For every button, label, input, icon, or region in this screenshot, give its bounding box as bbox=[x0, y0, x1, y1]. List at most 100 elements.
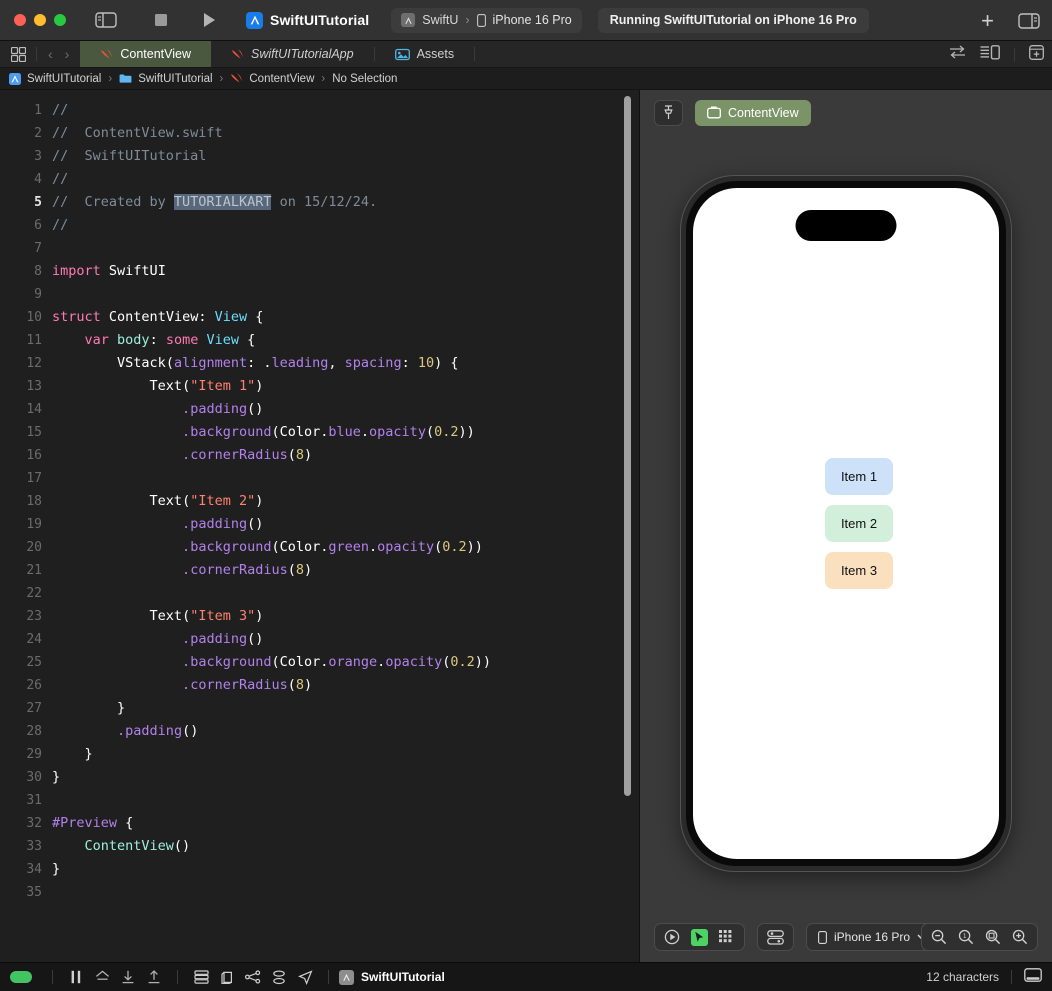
add-canvas-icon[interactable] bbox=[1029, 44, 1044, 65]
disk-io-icon[interactable] bbox=[266, 969, 292, 985]
code-line[interactable]: 25 .background(Color.orange.opacity(0.2)… bbox=[0, 651, 640, 674]
code-line[interactable]: 30} bbox=[0, 766, 640, 789]
code-line[interactable]: 33 ContentView() bbox=[0, 835, 640, 858]
code-line[interactable]: 15 .background(Color.blue.opacity(0.2)) bbox=[0, 421, 640, 444]
toggle-debug-area-icon[interactable] bbox=[1024, 967, 1042, 987]
preview-item[interactable]: Item 1 bbox=[824, 458, 894, 495]
code-token: cornerRadius bbox=[190, 562, 288, 578]
code-line[interactable]: 10 struct ContentView: View { bbox=[0, 306, 640, 329]
editor-vertical-scrollbar[interactable] bbox=[624, 96, 631, 796]
code-line[interactable]: 22 bbox=[0, 582, 640, 605]
scheme-and-destination-selector[interactable]: SwiftU › iPhone 16 Pro bbox=[391, 7, 582, 33]
close-window-button[interactable] bbox=[14, 14, 26, 26]
code-line[interactable]: 29 } bbox=[0, 743, 640, 766]
code-line[interactable]: 26 .cornerRadius(8) bbox=[0, 674, 640, 697]
breadcrumb-item-file[interactable]: ContentView bbox=[230, 72, 314, 85]
device-settings-icon[interactable] bbox=[767, 929, 784, 945]
pause-icon[interactable] bbox=[63, 970, 89, 984]
line-number: 7 bbox=[34, 241, 42, 256]
code-line[interactable]: 32 #Preview { bbox=[0, 812, 640, 835]
code-line[interactable]: 7 bbox=[0, 237, 640, 260]
run-button[interactable] bbox=[198, 9, 220, 31]
line-number: 25 bbox=[26, 655, 42, 670]
go-back-button[interactable]: ‹ bbox=[43, 46, 58, 62]
code-line[interactable]: 17 bbox=[0, 467, 640, 490]
code-line[interactable]: 16 .cornerRadius(8) bbox=[0, 444, 640, 467]
tab-swiftuitutorialapp[interactable]: SwiftUITutorialApp bbox=[211, 41, 374, 67]
preview-name-chip[interactable]: ContentView bbox=[695, 99, 811, 126]
code-text: Text("Item 2") bbox=[52, 490, 264, 513]
go-forward-button[interactable]: › bbox=[60, 46, 75, 62]
code-line[interactable]: 8 import SwiftUI bbox=[0, 260, 640, 283]
minimize-window-button[interactable] bbox=[34, 14, 46, 26]
xcode-window: SwiftUITutorial SwiftU › iPhone 16 Pro R… bbox=[0, 0, 1052, 991]
live-preview-icon[interactable] bbox=[664, 929, 680, 945]
breadcrumb-item-selection[interactable]: No Selection bbox=[332, 73, 397, 85]
maximize-window-button[interactable] bbox=[54, 14, 66, 26]
selectable-mode-icon[interactable] bbox=[691, 928, 708, 946]
swap-editors-icon[interactable] bbox=[949, 45, 966, 64]
tab-assets[interactable]: Assets bbox=[375, 41, 475, 67]
code-line[interactable]: 2 // ContentView.swift bbox=[0, 122, 640, 145]
code-line[interactable]: 21 .cornerRadius(8) bbox=[0, 559, 640, 582]
editor-layout-icon[interactable] bbox=[980, 44, 1000, 65]
code-line[interactable]: 34} bbox=[0, 858, 640, 881]
device-settings-group[interactable] bbox=[757, 923, 794, 951]
code-line[interactable]: 9 bbox=[0, 283, 640, 306]
code-line[interactable]: 5 // Created by TUTORIALKART on 15/12/24. bbox=[0, 191, 640, 214]
code-token: () bbox=[173, 838, 191, 854]
preview-item[interactable]: Item 3 bbox=[824, 552, 894, 589]
code-line[interactable]: 19 .padding() bbox=[0, 513, 640, 536]
preview-item[interactable]: Item 2 bbox=[824, 505, 894, 542]
cube-stack-icon[interactable] bbox=[214, 970, 240, 985]
toggle-navigator-icon[interactable] bbox=[94, 10, 118, 30]
code-lines: 1 // 2 // ContentView.swift 3 // SwiftUITutor… bbox=[0, 90, 640, 904]
pin-preview-button[interactable] bbox=[654, 99, 683, 126]
stop-button[interactable] bbox=[150, 9, 172, 31]
upload-icon[interactable] bbox=[141, 969, 167, 985]
code-line[interactable]: 31 bbox=[0, 789, 640, 812]
breadcrumb-item-folder[interactable]: SwiftUITutorial bbox=[119, 72, 213, 85]
code-line[interactable]: 23 Text("Item 3") bbox=[0, 605, 640, 628]
code-token: : bbox=[401, 355, 418, 371]
network-graph-icon[interactable] bbox=[240, 970, 266, 984]
code-line[interactable]: 20 .background(Color.green.opacity(0.2)) bbox=[0, 536, 640, 559]
source-editor[interactable]: 1 // 2 // ContentView.swift 3 // SwiftUITutor… bbox=[0, 90, 640, 962]
code-line[interactable]: 28 .padding() bbox=[0, 720, 640, 743]
swift-icon bbox=[101, 49, 112, 58]
code-line[interactable]: 6 // bbox=[0, 214, 640, 237]
code-line[interactable]: 12 VStack(alignment: .leading, spacing: … bbox=[0, 352, 640, 375]
code-line[interactable]: 4 // bbox=[0, 168, 640, 191]
memory-layers-icon[interactable] bbox=[188, 970, 214, 984]
zoom-out-icon[interactable] bbox=[931, 929, 947, 945]
location-arrow-icon[interactable] bbox=[292, 969, 318, 985]
zoom-actual-size-icon[interactable]: 1 bbox=[958, 929, 974, 945]
breadcrumb-item-project[interactable]: SwiftUITutorial bbox=[8, 72, 101, 85]
tab-contentview[interactable]: ContentView bbox=[80, 41, 211, 67]
zoom-to-fit-icon[interactable] bbox=[985, 929, 1001, 945]
code-line[interactable]: 14 .padding() bbox=[0, 398, 640, 421]
editor-options-icon[interactable] bbox=[0, 41, 36, 67]
code-line[interactable]: 13 Text("Item 1") bbox=[0, 375, 640, 398]
project-title: SwiftUITutorial bbox=[246, 11, 369, 29]
code-line[interactable]: 35 bbox=[0, 881, 640, 904]
code-line[interactable]: 27 } bbox=[0, 697, 640, 720]
code-line[interactable]: 24 .padding() bbox=[0, 628, 640, 651]
variants-mode-icon[interactable] bbox=[719, 930, 735, 944]
canvas-device-selector[interactable]: iPhone 16 Pro bbox=[806, 923, 941, 951]
code-line[interactable]: 11 var body: some View { bbox=[0, 329, 640, 352]
add-editor-button[interactable]: + bbox=[981, 9, 994, 32]
toggle-inspector-icon[interactable] bbox=[1018, 12, 1040, 29]
zoom-in-icon[interactable] bbox=[1012, 929, 1028, 945]
code-line[interactable]: 18 Text("Item 2") bbox=[0, 490, 640, 513]
code-line[interactable]: 3 // SwiftUITutorial bbox=[0, 145, 640, 168]
home-icon[interactable] bbox=[89, 970, 115, 984]
code-line[interactable]: 1 // bbox=[0, 99, 640, 122]
device-screen[interactable]: Item 1 Item 2 Item 3 bbox=[693, 188, 999, 859]
download-icon[interactable] bbox=[115, 970, 141, 985]
canvas-device-label: iPhone 16 Pro bbox=[834, 930, 911, 944]
device-icon bbox=[476, 13, 486, 27]
